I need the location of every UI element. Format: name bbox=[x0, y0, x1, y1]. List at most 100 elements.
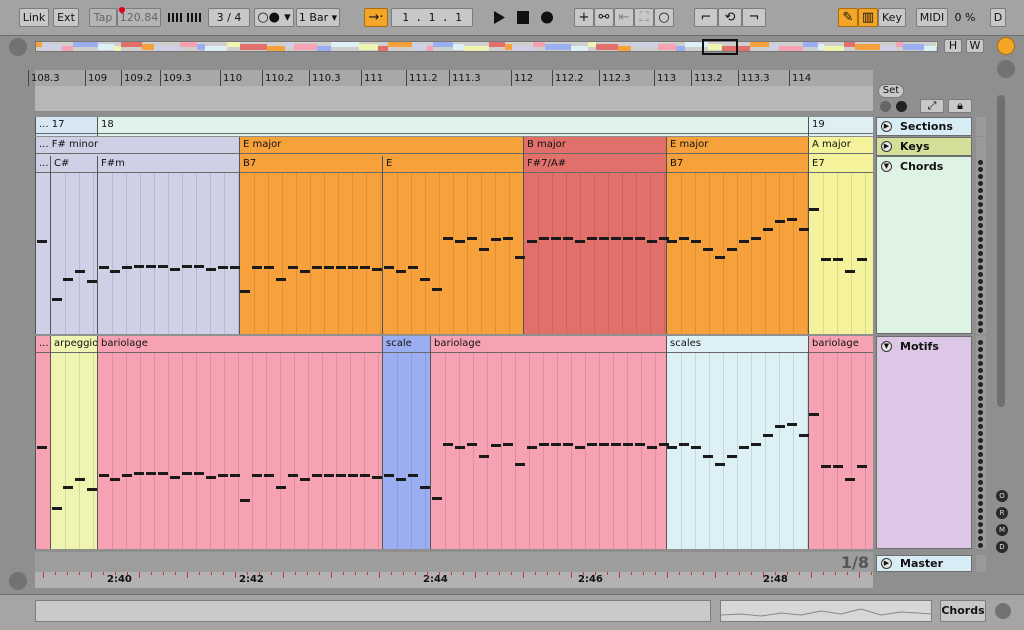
midi-note[interactable] bbox=[503, 443, 513, 447]
midi-note[interactable] bbox=[845, 270, 855, 273]
lane-segment[interactable]: arpeggio bbox=[50, 336, 97, 549]
midi-note[interactable] bbox=[575, 240, 585, 243]
midi-note[interactable] bbox=[647, 446, 657, 450]
midi-note[interactable] bbox=[218, 473, 228, 477]
link-button[interactable]: Link bbox=[19, 8, 49, 27]
track-option-button[interactable]: M bbox=[996, 524, 1008, 536]
midi-note[interactable] bbox=[432, 288, 442, 291]
midi-note[interactable] bbox=[288, 473, 298, 477]
midi-note[interactable] bbox=[75, 477, 85, 481]
expand-icon[interactable]: ⤢ bbox=[920, 99, 944, 113]
midi-note[interactable] bbox=[194, 472, 204, 476]
midi-note[interactable] bbox=[587, 237, 597, 240]
keys-lane[interactable]: ... F# minor E major B major E major A major bbox=[35, 137, 873, 156]
midi-note[interactable] bbox=[809, 412, 819, 416]
next-locator-icon[interactable] bbox=[896, 101, 907, 112]
midi-note[interactable] bbox=[87, 488, 97, 492]
midi-note[interactable] bbox=[312, 473, 322, 477]
midi-note[interactable] bbox=[763, 433, 773, 437]
midi-note[interactable] bbox=[360, 266, 370, 269]
prev-locator-icon[interactable] bbox=[880, 101, 891, 112]
midi-note[interactable] bbox=[384, 473, 394, 477]
midi-note[interactable] bbox=[821, 465, 831, 469]
midi-note[interactable] bbox=[467, 237, 477, 240]
midi-note[interactable] bbox=[479, 454, 489, 458]
lane-segment[interactable]: 18 bbox=[97, 117, 808, 136]
midi-note[interactable] bbox=[751, 443, 761, 447]
collapse-track-icon[interactable]: ▼ bbox=[881, 341, 892, 352]
midi-note[interactable] bbox=[857, 258, 867, 261]
midi-map-button[interactable]: MIDI bbox=[916, 8, 948, 27]
midi-note[interactable] bbox=[348, 473, 358, 477]
midi-note[interactable] bbox=[252, 266, 262, 269]
lane-segment[interactable]: 19 bbox=[808, 117, 873, 136]
midi-note[interactable] bbox=[479, 248, 489, 251]
midi-note[interactable] bbox=[110, 270, 120, 273]
computer-keyboard-icon[interactable]: ▥ bbox=[858, 8, 878, 27]
midi-note[interactable] bbox=[611, 237, 621, 240]
midi-note[interactable] bbox=[240, 498, 250, 502]
midi-note[interactable] bbox=[787, 218, 797, 221]
midi-note[interactable] bbox=[432, 496, 442, 500]
midi-note[interactable] bbox=[809, 208, 819, 211]
quantize-select[interactable]: 1 Bar ▾ bbox=[296, 8, 340, 27]
automation-arm-icon[interactable]: ⚯ bbox=[594, 8, 614, 27]
lane-segment[interactable]: A major bbox=[808, 137, 873, 156]
time-ruler[interactable]: 2:40 2:42 2:44 2:46 2:48 bbox=[35, 572, 873, 588]
expand-track-icon[interactable]: ▶ bbox=[881, 121, 892, 132]
ext-button[interactable]: Ext bbox=[53, 8, 79, 27]
follow-icon[interactable]: ○● ▾ bbox=[254, 8, 294, 27]
midi-note[interactable] bbox=[288, 266, 298, 269]
h-zoom-button[interactable]: H bbox=[944, 39, 962, 53]
midi-note[interactable] bbox=[158, 265, 168, 268]
add-locator-icon[interactable]: + bbox=[574, 8, 594, 27]
midi-note[interactable] bbox=[667, 446, 677, 450]
midi-note[interactable] bbox=[739, 446, 749, 450]
midi-note[interactable] bbox=[623, 443, 633, 447]
loop-icon[interactable]: ⟲ bbox=[718, 8, 742, 27]
midi-note[interactable] bbox=[252, 473, 262, 477]
midi-note[interactable] bbox=[63, 278, 73, 281]
clip-view-icon[interactable] bbox=[997, 60, 1015, 78]
lane-segment[interactable]: bariolage bbox=[808, 336, 873, 549]
midi-note[interactable] bbox=[539, 443, 549, 447]
midi-note[interactable] bbox=[194, 265, 204, 268]
back-to-arrangement-icon[interactable]: ⇤ bbox=[614, 8, 634, 27]
motifs-lane[interactable]: ... arpeggio bariolage scale bariolage scales… bbox=[35, 336, 873, 549]
midi-note[interactable] bbox=[715, 256, 725, 259]
menu-icon[interactable] bbox=[997, 37, 1015, 55]
draw-mode-icon[interactable]: ✎ bbox=[838, 8, 858, 27]
midi-note[interactable] bbox=[799, 433, 809, 437]
midi-note[interactable] bbox=[312, 266, 322, 269]
vertical-scrollbar[interactable] bbox=[997, 95, 1005, 407]
midi-note[interactable] bbox=[775, 220, 785, 223]
midi-note[interactable] bbox=[158, 472, 168, 476]
midi-note[interactable] bbox=[845, 477, 855, 481]
lane-segment[interactable]: E bbox=[382, 156, 524, 334]
midi-note[interactable] bbox=[87, 280, 97, 283]
midi-note[interactable] bbox=[599, 443, 609, 447]
metronome-pattern-icon[interactable] bbox=[184, 8, 204, 27]
midi-note[interactable] bbox=[324, 473, 334, 477]
lane-segment[interactable]: ... F# minor bbox=[35, 137, 239, 156]
midi-note[interactable] bbox=[679, 237, 689, 240]
midi-note[interactable] bbox=[396, 270, 406, 273]
midi-note[interactable] bbox=[539, 237, 549, 240]
chords-track-header[interactable]: ▼ Chords bbox=[876, 156, 972, 334]
stop-icon[interactable] bbox=[514, 8, 532, 27]
midi-note[interactable] bbox=[751, 237, 761, 240]
midi-note[interactable] bbox=[503, 237, 513, 240]
overview-view-window[interactable] bbox=[702, 39, 738, 55]
midi-note[interactable] bbox=[727, 248, 737, 251]
collapse-track-icon[interactable]: ▼ bbox=[881, 161, 892, 172]
midi-note[interactable] bbox=[703, 248, 713, 251]
midi-note[interactable] bbox=[467, 443, 477, 447]
motifs-track-header[interactable]: ▼ Motifs bbox=[876, 336, 972, 549]
midi-note[interactable] bbox=[384, 266, 394, 269]
expand-track-icon[interactable]: ▶ bbox=[881, 558, 892, 569]
midi-note[interactable] bbox=[408, 473, 418, 477]
midi-note[interactable] bbox=[739, 240, 749, 243]
midi-note[interactable] bbox=[667, 240, 677, 243]
midi-note[interactable] bbox=[52, 507, 62, 511]
midi-note[interactable] bbox=[587, 443, 597, 447]
